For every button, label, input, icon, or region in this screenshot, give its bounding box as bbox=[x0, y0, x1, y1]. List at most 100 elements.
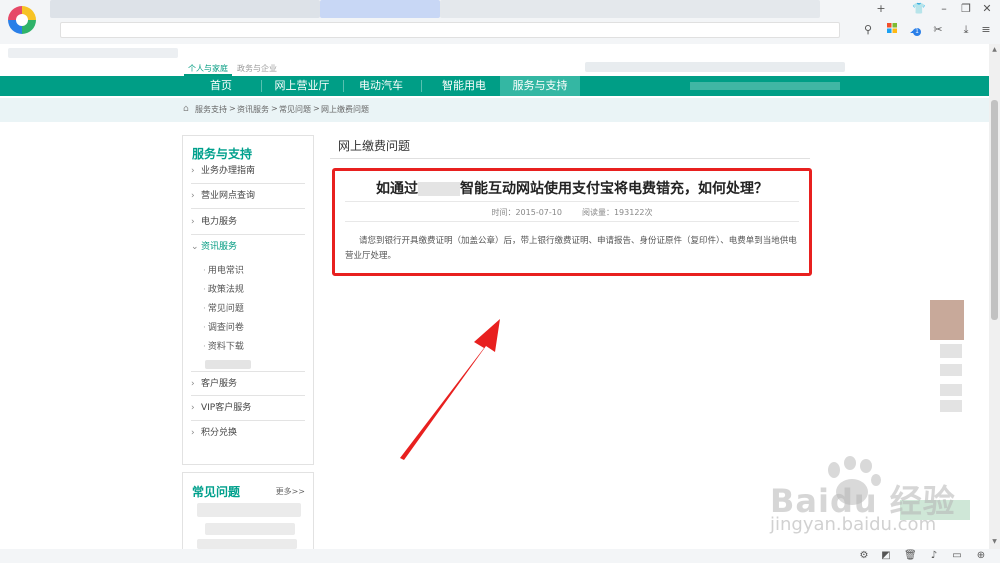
notification-count: 1 bbox=[913, 28, 921, 36]
tab-strip-blur bbox=[50, 0, 320, 18]
close-icon[interactable]: ✕ bbox=[978, 2, 996, 16]
chevron-right-icon: › bbox=[191, 379, 195, 389]
zoom-icon[interactable]: ⊕ bbox=[975, 550, 987, 562]
nav-separator bbox=[421, 80, 422, 92]
sidebar: 服务与支持 › 业务办理指南 › 营业网点查询 › 电力服务 ⌄ 资讯服务 · 用电常识 … bbox=[182, 135, 314, 465]
float-widget-blur bbox=[940, 344, 962, 358]
address-bar-blur[interactable] bbox=[60, 22, 840, 38]
sidebar-subitem-download[interactable]: · 资料下载 bbox=[203, 339, 244, 352]
speed-icon[interactable]: ⚙ bbox=[858, 550, 870, 562]
apps-icon[interactable] bbox=[884, 22, 900, 38]
nav-smart-power[interactable]: 智能用电 bbox=[426, 76, 502, 96]
sidebar-item-outlet-query[interactable]: › 营业网点查询 bbox=[191, 184, 305, 209]
nav-separator bbox=[343, 80, 344, 92]
sidebar-item-label: 业务办理指南 bbox=[201, 166, 256, 176]
faq-more-link[interactable]: 更多>> bbox=[276, 486, 305, 497]
chevron-right-icon: › bbox=[191, 403, 195, 413]
breadcrumb-item[interactable]: 资讯服务 bbox=[237, 104, 269, 115]
sidebar-item-label: 客户服务 bbox=[201, 379, 238, 389]
faq-blur bbox=[205, 523, 295, 535]
section-title: 网上缴费问题 bbox=[338, 139, 411, 153]
nav-ev[interactable]: 电动汽车 bbox=[348, 76, 414, 96]
divider bbox=[345, 221, 799, 222]
sidebar-subitem-survey[interactable]: · 调查问卷 bbox=[203, 320, 244, 333]
sidebar-item-label: VIP客户服务 bbox=[201, 403, 252, 413]
nav-online-hall[interactable]: 网上营业厅 bbox=[266, 76, 338, 96]
browser-toolbar: + 👕 – ❐ ✕ ⚲ ☁ 1 ✂ ⤓ ≡ bbox=[0, 0, 1000, 44]
chevron-right-icon: › bbox=[191, 217, 195, 227]
float-widget-blur bbox=[940, 400, 962, 412]
minimize-icon[interactable]: – bbox=[935, 2, 953, 16]
active-tab-blur[interactable] bbox=[320, 0, 440, 18]
arrow-shape bbox=[400, 319, 500, 460]
redacted-blur bbox=[418, 182, 460, 196]
nav-home[interactable]: 首页 bbox=[190, 76, 252, 96]
faq-blur bbox=[197, 503, 301, 517]
screenshot-icon[interactable]: ◩ bbox=[880, 550, 892, 562]
search-icon[interactable]: ⚲ bbox=[860, 22, 876, 38]
bullet-icon: · bbox=[203, 304, 206, 314]
faq-title: 常见问题 bbox=[192, 485, 241, 499]
scroll-down-icon[interactable]: ▼ bbox=[990, 538, 999, 546]
bullet-icon: · bbox=[203, 266, 206, 276]
breadcrumb-current: 网上缴费问题 bbox=[321, 105, 369, 114]
shirt-icon[interactable]: 👕 bbox=[910, 2, 928, 16]
breadcrumb-item[interactable]: 服务支持 bbox=[195, 104, 227, 115]
top-links: 个人与家庭 政务与企业 bbox=[0, 44, 989, 78]
chevron-right-icon: › bbox=[191, 191, 195, 201]
red-arrow-annotation bbox=[400, 319, 500, 460]
sidebar-subitem-policy[interactable]: · 政策法规 bbox=[203, 282, 244, 295]
float-widget-blur bbox=[930, 300, 964, 340]
vertical-scrollbar[interactable]: ▲ ▼ bbox=[989, 44, 1000, 549]
browser-logo-icon[interactable] bbox=[8, 6, 36, 34]
scroll-up-icon[interactable]: ▲ bbox=[990, 46, 999, 54]
chevron-right-icon: › bbox=[191, 166, 195, 176]
download-icon[interactable]: ⤓ bbox=[958, 22, 974, 38]
watermark-url: jingyan.baidu.com bbox=[770, 514, 937, 535]
cut-icon[interactable]: ✂ bbox=[930, 22, 946, 38]
menu-icon[interactable]: ≡ bbox=[978, 22, 994, 38]
breadcrumb-separator: > bbox=[271, 104, 278, 113]
faq-box: 常见问题 更多>> bbox=[182, 472, 314, 549]
divider bbox=[345, 201, 799, 202]
volume-icon[interactable]: ♪ bbox=[928, 550, 940, 562]
main-nav: 首页 网上营业厅 电动汽车 智能用电 服务与支持 bbox=[0, 76, 989, 96]
tab-government-enterprise[interactable]: 政务与企业 bbox=[233, 62, 281, 76]
article-title: 如通过 智能互动网站使用支付宝将电费错充，如何处理？ bbox=[376, 181, 768, 197]
chevron-right-icon: › bbox=[191, 428, 195, 438]
breadcrumb-separator: > bbox=[229, 104, 236, 113]
nav-separator bbox=[261, 80, 262, 92]
sidebar-blur bbox=[205, 360, 251, 369]
tab-strip-blur bbox=[440, 0, 820, 18]
breadcrumb-separator: > bbox=[313, 104, 320, 113]
sidebar-subitem-electricity-tips[interactable]: · 用电常识 bbox=[203, 263, 244, 276]
sidebar-item-power-service[interactable]: › 电力服务 bbox=[191, 210, 305, 235]
header-right-blur bbox=[585, 62, 845, 72]
window-icon[interactable]: ▭ bbox=[951, 550, 963, 562]
article-card: 如通过 智能互动网站使用支付宝将电费错充，如何处理？ 时间：2015-07-10 阅… bbox=[332, 168, 812, 276]
tab-personal-family[interactable]: 个人与家庭 bbox=[184, 62, 232, 76]
breadcrumb-item[interactable]: 常见问题 bbox=[279, 104, 311, 115]
bullet-icon: · bbox=[203, 285, 206, 295]
sidebar-item-label: 资讯服务 bbox=[201, 242, 238, 252]
faq-blur bbox=[197, 539, 297, 549]
chevron-down-icon: ⌄ bbox=[191, 242, 199, 252]
sidebar-item-business-guide[interactable]: › 业务办理指南 bbox=[191, 159, 305, 184]
new-tab-button[interactable]: + bbox=[872, 2, 890, 16]
nav-service-support[interactable]: 服务与支持 bbox=[500, 76, 580, 96]
sidebar-item-label: 积分兑换 bbox=[201, 428, 238, 438]
sidebar-item-vip-service[interactable]: › VIP客户服务 bbox=[191, 396, 305, 421]
home-icon[interactable]: ⌂ bbox=[183, 105, 193, 114]
nav-blur bbox=[690, 82, 840, 90]
bullet-icon: · bbox=[203, 323, 206, 333]
sidebar-item-info-service[interactable]: ⌄ 资讯服务 bbox=[191, 235, 305, 260]
sidebar-item-points[interactable]: › 积分兑换 bbox=[191, 421, 305, 446]
header-blur bbox=[8, 48, 178, 58]
trash-icon[interactable]: 🗑 bbox=[904, 550, 917, 562]
scroll-thumb[interactable] bbox=[991, 100, 998, 320]
article-views: 阅读量：193122次 bbox=[581, 208, 653, 217]
divider bbox=[330, 158, 810, 159]
sidebar-subitem-faq[interactable]: · 常见问题 bbox=[203, 301, 244, 314]
restore-icon[interactable]: ❐ bbox=[957, 2, 975, 16]
sidebar-item-customer-service[interactable]: › 客户服务 bbox=[191, 371, 305, 396]
